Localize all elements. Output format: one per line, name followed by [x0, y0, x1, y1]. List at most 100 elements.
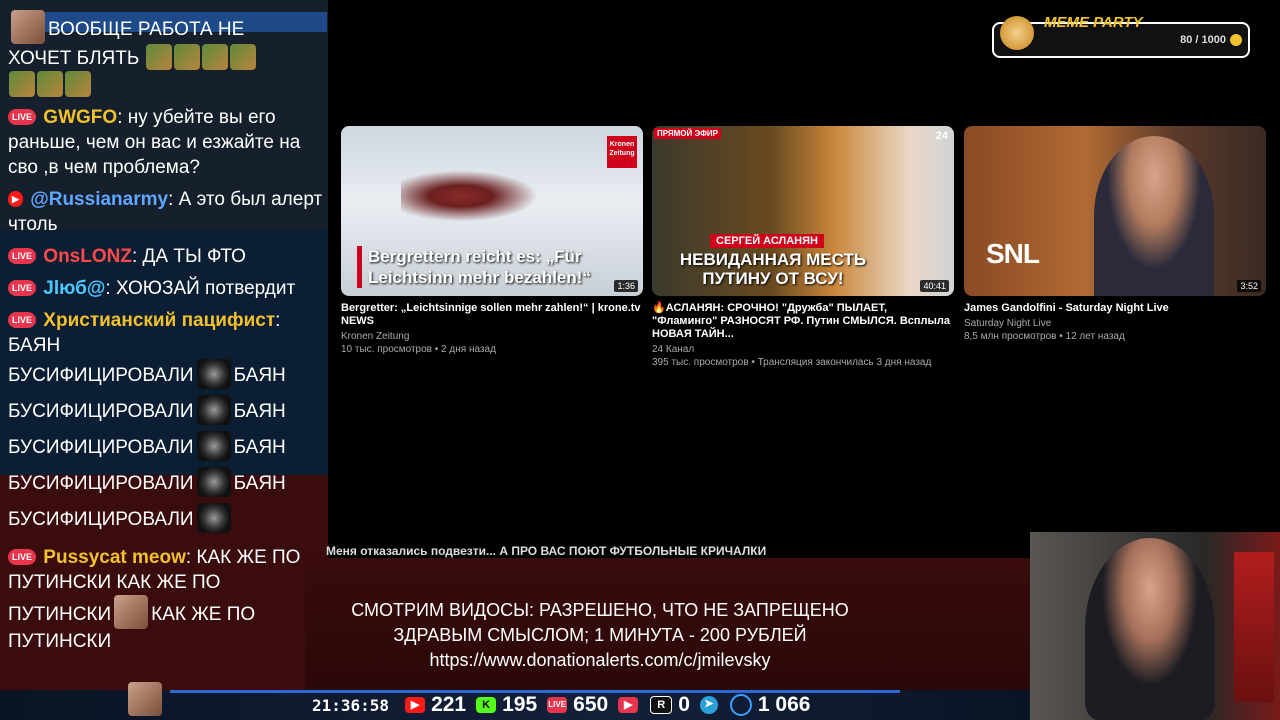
kick-count: 195: [502, 693, 538, 716]
skull-emote-icon: [196, 467, 231, 497]
snl-logo: SNL: [986, 238, 1040, 269]
video-duration: 40:41: [920, 280, 949, 292]
video-duration: 3:52: [1237, 280, 1261, 292]
skull-emote-icon: [196, 503, 231, 533]
youtube-badge-icon: ▶: [8, 191, 23, 207]
vk-count: 650: [573, 693, 609, 716]
vk-live-icon: LIVE: [547, 697, 568, 713]
streamer-image: [1085, 538, 1215, 720]
thumbnail-overlay-text: НЕВИДАННАЯ МЕСТЬ ПУТИНУ ОТ ВСУ!: [679, 250, 867, 288]
kick-icon: K: [476, 697, 497, 713]
chat-username[interactable]: GWGFO: [43, 107, 117, 128]
message-text: ПУТИНСКИ: [8, 604, 112, 625]
frog-emote-icon: [201, 44, 228, 70]
spam-line: БУСИФИЦИРОВАЛИ: [8, 502, 326, 538]
youtube-count: 221: [431, 693, 467, 716]
video-meta: 10 тыс. просмотров • 2 дня назад: [341, 344, 496, 355]
vk-live-badge-icon: LIVE: [8, 109, 37, 125]
webcam-feed: [1030, 532, 1280, 720]
live-badge: ПРЯМОЙ ЭФИР: [654, 128, 721, 139]
actor-image: [1094, 136, 1214, 296]
meme-party-widget: MEME PARTY 80 / 1000: [992, 14, 1250, 58]
video-channel[interactable]: Saturday Night Live: [964, 318, 1266, 329]
video-channel[interactable]: Kronen Zeitung: [341, 331, 643, 342]
spam-line: БУСИФИЦИРОВАЛИ БАЯН: [8, 358, 326, 394]
chat-username[interactable]: OnsLONZ: [43, 246, 132, 267]
guest-name-bar: СЕРГЕЙ АСЛАНЯН: [710, 234, 824, 248]
message-text: КАК ЖЕ ПО: [151, 604, 256, 625]
video-duration: 1:36: [614, 280, 638, 292]
video-card[interactable]: Kronen Zeitung Bergrettern reicht es: „F…: [341, 126, 643, 355]
skull-emote-icon: [196, 431, 231, 461]
donation-banner: СМОТРИМ ВИДОСЫ: РАЗРЕШЕНО, ЧТО НЕ ЗАПРЕЩ…: [300, 598, 900, 673]
frog-emote-icon: [9, 71, 35, 97]
vkplay-icon: ▶: [618, 697, 639, 713]
stream-stats: 21:36:58 ▶ 221 K 195 LIVE 650 ▶ R0 ➤ 1 066: [312, 692, 810, 718]
spam-line: БУСИФИЦИРОВАЛИ БАЯН: [8, 394, 326, 430]
chat-message: ВООБЩЕ РАБОТА НЕ ХОЧЕТ БЛЯТЬ: [8, 10, 326, 98]
doge-icon: [1000, 16, 1034, 50]
frog-emote-icon: [173, 44, 200, 70]
video-thumbnail[interactable]: SNL 3:52: [964, 126, 1266, 296]
news-ticker: Меня отказались подвезти... А ПРО ВАС ПО…: [326, 544, 767, 558]
chat-username[interactable]: @Russianarmy: [30, 189, 168, 210]
chat-message: ▶ @Russianarmy: А это был алерт чтоль: [8, 187, 326, 237]
video-title[interactable]: James Gandolfini - Saturday Night Live: [964, 302, 1266, 315]
viewers-count: 1 066: [757, 693, 811, 716]
donation-link[interactable]: https://www.donationalerts.com/c/jmilevs…: [300, 648, 900, 673]
video-thumbnail[interactable]: Kronen Zeitung Bergrettern reicht es: „F…: [341, 126, 643, 296]
face-emote-icon: [114, 595, 149, 629]
kronen-zeitung-logo: Kronen Zeitung: [607, 136, 637, 168]
donation-line-1: СМОТРИМ ВИДОСЫ: РАЗРЕШЕНО, ЧТО НЕ ЗАПРЕЩ…: [351, 600, 849, 620]
video-channel[interactable]: 24 Канал: [652, 344, 954, 355]
video-meta: 8,5 млн просмотров • 12 лет назад: [964, 331, 1125, 342]
meme-party-title: MEME PARTY: [1044, 14, 1143, 31]
chat-message: LIVE OnsLONZ: ДА ТЫ ФТО: [8, 244, 326, 269]
video-meta: 395 тыс. просмотров • Трансляция закончи…: [652, 357, 932, 368]
spam-line: БУСИФИЦИРОВАЛИ БАЯН: [8, 430, 326, 466]
viewers-icon: [729, 694, 752, 716]
video-title[interactable]: 🔥АСЛАНЯН: СРОЧНО! "Дружба" ПЫЛАЕТ, "Флам…: [652, 302, 954, 341]
youtube-icon: ▶: [405, 697, 426, 713]
spam-line: БУСИФИЦИРОВАЛИ БАЯН: [8, 466, 326, 502]
telegram-icon: ➤: [699, 696, 718, 714]
clock: 21:36:58: [312, 695, 390, 715]
message-text: : ХОЮЗАЙ потвердит: [105, 278, 296, 299]
frog-emote-icon: [229, 44, 256, 70]
vk-live-badge-icon: LIVE: [8, 248, 37, 264]
chat-message: LIVE Христианский пацифист: БАЯН БУСИФИЦ…: [8, 308, 326, 538]
chat-user-avatar: [128, 682, 162, 716]
rutube-icon: R: [650, 696, 673, 714]
rutube-count: 0: [678, 693, 690, 716]
chat-username[interactable]: Jlюб@: [43, 278, 105, 299]
message-text: ХОЧЕТ БЛЯТЬ: [8, 48, 140, 69]
chat-username[interactable]: Pussycat meow: [43, 547, 186, 568]
message-text: : ДА ТЫ ФТО: [131, 246, 246, 267]
chat-message: LIVE Pussycat meow: КАК ЖЕ ПО ПУТИНСКИ К…: [8, 545, 326, 654]
skull-emote-icon: [196, 395, 231, 425]
frog-emote-icon: [37, 71, 63, 97]
vk-live-badge-icon: LIVE: [8, 280, 37, 296]
frog-emote-icon: [65, 71, 91, 97]
video-card[interactable]: ПРЯМОЙ ЭФИР 24 СЕРГЕЙ АСЛАНЯН НЕВИДАННАЯ…: [652, 126, 954, 368]
channel-logo: 24: [935, 130, 948, 142]
video-title[interactable]: Bergretter: „Leichtsinnige sollen mehr z…: [341, 302, 643, 328]
frog-emote-icon: [145, 44, 172, 70]
video-card[interactable]: SNL 3:52 James Gandolfini - Saturday Nig…: [964, 126, 1266, 342]
vk-live-badge-icon: LIVE: [8, 549, 37, 565]
message-text: ВООБЩЕ РАБОТА НЕ: [48, 19, 245, 40]
donation-line-2: ЗДРАВЫМ СМЫСЛОМ; 1 МИНУТА - 200 РУБЛЕЙ: [393, 625, 807, 645]
message-text: ПУТИНСКИ: [8, 631, 112, 652]
user-avatar-emote: [11, 10, 45, 44]
rescue-team-image: [401, 166, 551, 226]
thumbnail-overlay-text: Bergrettern reicht es: „Für Leichtsinn m…: [357, 246, 638, 288]
flag-image: [1234, 552, 1274, 702]
coin-icon: [1230, 34, 1242, 46]
vk-live-badge-icon: LIVE: [8, 312, 37, 328]
chat-message: LIVE Jlюб@: ХОЮЗАЙ потвердит: [8, 276, 326, 301]
chat-message: LIVE GWGFO: ну убейте вы его раньше, чем…: [8, 105, 326, 180]
video-thumbnail[interactable]: ПРЯМОЙ ЭФИР 24 СЕРГЕЙ АСЛАНЯН НЕВИДАННАЯ…: [652, 126, 954, 296]
chat-username[interactable]: Христианский пацифист: [43, 310, 275, 331]
meme-party-count: 80 / 1000: [1180, 34, 1226, 46]
skull-emote-icon: [196, 359, 231, 389]
